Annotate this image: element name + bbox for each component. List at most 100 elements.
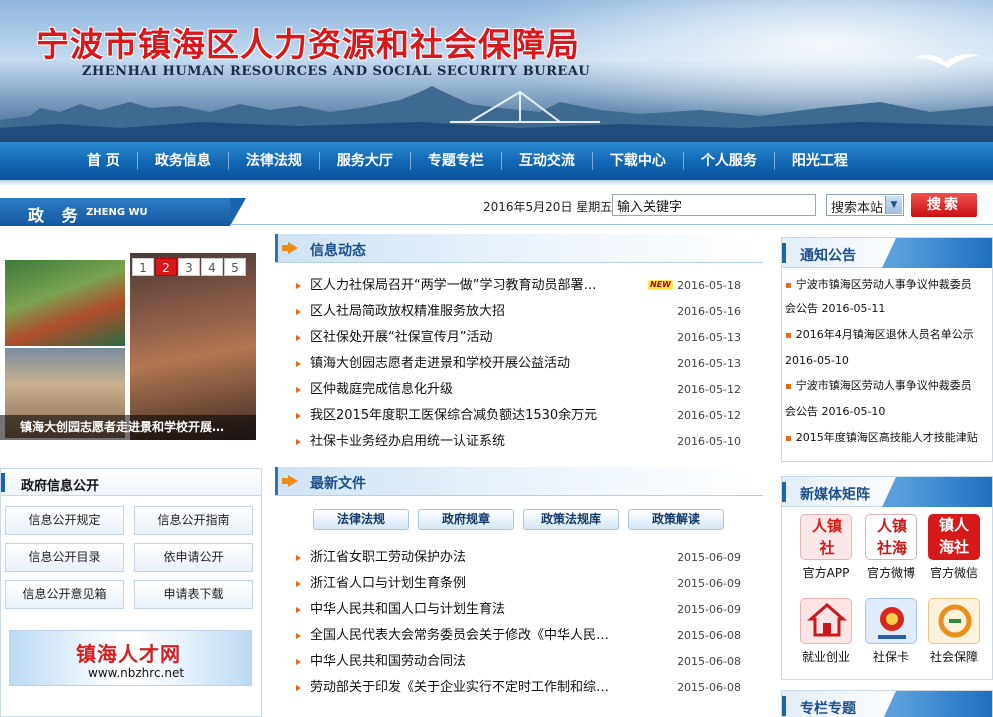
notice-line[interactable]: 会公告 2016-05-11 bbox=[785, 296, 991, 322]
gov-btn-rules[interactable]: 信息公开规定 bbox=[5, 506, 124, 535]
media-label: 社保卡 bbox=[872, 650, 909, 664]
news-item-title[interactable]: 区仲裁庭完成信息化升级 bbox=[310, 377, 453, 403]
notice-line[interactable]: 会公告 2016-05-10 bbox=[785, 399, 991, 425]
notice-text[interactable]: 宁波市镇海区劳动人事争议仲裁委员 bbox=[796, 278, 972, 291]
notice-line[interactable]: 2016-05-10 bbox=[785, 348, 991, 374]
slide-page-active[interactable]: 2 bbox=[155, 258, 177, 276]
photo-slideshow[interactable]: 1 2 3 4 5 镇海大创园志愿者走进景和学校开展… bbox=[0, 253, 256, 440]
bullet-icon: ▪ bbox=[785, 330, 792, 341]
gov-btn-feedback[interactable]: 信息公开意见箱 bbox=[5, 580, 124, 609]
media-official-app[interactable]: 人镇社 官方APP bbox=[797, 514, 855, 581]
file-item-title[interactable]: 中华人民共和国劳动合同法 bbox=[310, 649, 466, 675]
gov-btn-apply[interactable]: 依申请公开 bbox=[134, 543, 253, 572]
news-item[interactable]: 我区2015年度职工医保综合减负额达1530余万元 2016-05-12 bbox=[296, 403, 751, 429]
file-item-title[interactable]: 中华人民共和国人口与计划生育法 bbox=[310, 597, 505, 623]
nav-home[interactable]: 首 页 bbox=[70, 152, 138, 170]
nav-gov-info[interactable]: 政务信息 bbox=[138, 152, 229, 170]
news-item[interactable]: 区人力社保局召开“两学一做”学习教育动员部署… NEW 2016-05-18 bbox=[296, 273, 751, 299]
social-security-icon[interactable] bbox=[928, 598, 980, 644]
wechat-icon[interactable]: 镇人 海社 bbox=[928, 514, 980, 560]
media-title[interactable]: 新媒体矩阵 bbox=[800, 484, 870, 504]
search-scope-select[interactable]: 搜索本站 ▼ bbox=[826, 194, 904, 216]
tab-policy-library[interactable]: 政策法规库 bbox=[523, 509, 619, 530]
file-item-title[interactable]: 全国人民代表大会常务委员会关于修改《中华人民… bbox=[310, 623, 609, 649]
news-item[interactable]: 区仲裁庭完成信息化升级 2016-05-12 bbox=[296, 377, 751, 403]
notice-text[interactable]: 2016年4月镇海区退休人员名单公示 bbox=[796, 328, 974, 341]
nav-laws[interactable]: 法律法规 bbox=[229, 152, 320, 170]
notice-line[interactable]: ▪ 2015年度镇海区高技能人才技能津贴 bbox=[785, 425, 991, 452]
bullet-icon bbox=[296, 633, 301, 639]
social-card-icon[interactable] bbox=[865, 598, 917, 644]
media-label: 官方微博 bbox=[866, 566, 915, 580]
notice-line[interactable]: ▪ 宁波市镇海区劳动人事争议仲裁委员 bbox=[785, 272, 991, 299]
news-item[interactable]: 社保卡业务经办启用统一认证系统 2016-05-10 bbox=[296, 429, 751, 455]
slide-caption[interactable]: 镇海大创园志愿者走进景和学校开展… bbox=[0, 415, 256, 440]
media-official-wechat[interactable]: 镇人 海社 官方微信 bbox=[925, 514, 983, 581]
slide-page[interactable]: 4 bbox=[201, 258, 223, 276]
nav-interaction[interactable]: 互动交流 bbox=[502, 152, 593, 170]
news-item-title[interactable]: 社保卡业务经办启用统一认证系统 bbox=[310, 429, 505, 455]
file-item[interactable]: 全国人民代表大会常务委员会关于修改《中华人民… 2015-06-08 bbox=[296, 623, 751, 649]
news-item-title[interactable]: 镇海大创园志愿者走进景和学校开展公益活动 bbox=[310, 351, 570, 377]
news-item-title[interactable]: 我区2015年度职工医保综合减负额达1530余万元 bbox=[310, 403, 597, 429]
gov-btn-form-download[interactable]: 申请表下载 bbox=[134, 580, 253, 609]
file-item[interactable]: 中华人民共和国人口与计划生育法 2015-06-09 bbox=[296, 597, 751, 623]
employment-icon[interactable] bbox=[800, 598, 852, 644]
chevron-down-icon[interactable]: ▼ bbox=[885, 196, 902, 214]
talent-net-url: www.nbzhrc.net bbox=[88, 666, 185, 680]
media-social-security[interactable]: 社会保障 bbox=[925, 598, 983, 665]
media-social-card[interactable]: 社保卡 bbox=[862, 598, 920, 665]
notice-line[interactable]: ▪ 宁波市镇海区劳动人事争议仲裁委员 bbox=[785, 373, 991, 400]
notice-text[interactable]: 2015年度镇海区高技能人才技能津贴 bbox=[796, 431, 978, 444]
file-item-title[interactable]: 浙江省女职工劳动保护办法 bbox=[310, 545, 466, 571]
tab-policy-interpretation[interactable]: 政策解读 bbox=[628, 509, 724, 530]
notice-text[interactable]: 宁波市镇海区劳动人事争议仲裁委员 bbox=[796, 379, 972, 392]
file-item[interactable]: 浙江省女职工劳动保护办法 2015-06-09 bbox=[296, 545, 751, 571]
gov-btn-guide[interactable]: 信息公开指南 bbox=[134, 506, 253, 535]
notice-text[interactable]: 会公告 2016-05-11 bbox=[785, 302, 885, 315]
tab-laws[interactable]: 法律法规 bbox=[313, 509, 409, 530]
nav-personal-service[interactable]: 个人服务 bbox=[684, 152, 775, 170]
news-item-title[interactable]: 区社保处开展“社保宣传月”活动 bbox=[310, 325, 492, 351]
notice-text[interactable]: 2016-05-10 bbox=[785, 354, 849, 367]
gov-btn-catalog[interactable]: 信息公开目录 bbox=[5, 543, 124, 572]
notice-title[interactable]: 通知公告 bbox=[800, 245, 856, 265]
news-item-title[interactable]: 区人社局简政放权精准服务放大招 bbox=[310, 299, 505, 325]
app-icon[interactable]: 人镇社 bbox=[800, 514, 852, 560]
slide-photo-sports bbox=[5, 260, 125, 346]
media-label: 官方APP bbox=[802, 566, 850, 580]
search-input[interactable] bbox=[612, 194, 816, 216]
gov-info-title: 政府信息公开 bbox=[21, 479, 100, 494]
bullet-icon bbox=[296, 361, 301, 367]
notice-line[interactable]: ▪ 2016年4月镇海区退休人员名单公示 bbox=[785, 322, 991, 349]
file-item-title[interactable]: 浙江省人口与计划生育条例 bbox=[310, 571, 466, 597]
news-item-date: 2016-05-16 bbox=[677, 305, 741, 318]
tab-regulations[interactable]: 政府规章 bbox=[418, 509, 514, 530]
file-item-title[interactable]: 劳动部关于印发《关于企业实行不定时工作制和综… bbox=[310, 675, 609, 701]
files-panel-title[interactable]: 最新文件 bbox=[310, 473, 366, 493]
weibo-icon[interactable]: 人镇 社海 bbox=[865, 514, 917, 560]
file-item[interactable]: 劳动部关于印发《关于企业实行不定时工作制和综… 2015-06-08 bbox=[296, 675, 751, 701]
special-title[interactable]: 专栏专题 bbox=[800, 698, 856, 717]
talent-net-banner[interactable]: 镇海人才网 www.nbzhrc.net bbox=[9, 630, 252, 686]
file-item[interactable]: 中华人民共和国劳动合同法 2015-06-08 bbox=[296, 649, 751, 675]
news-item[interactable]: 区社保处开展“社保宣传月”活动 2016-05-13 bbox=[296, 325, 751, 351]
slide-page[interactable]: 3 bbox=[178, 258, 200, 276]
nav-sunshine-project[interactable]: 阳光工程 bbox=[775, 152, 865, 170]
nav-downloads[interactable]: 下载中心 bbox=[593, 152, 684, 170]
nav-special-topics[interactable]: 专题专栏 bbox=[411, 152, 502, 170]
slide-page[interactable]: 5 bbox=[224, 258, 246, 276]
file-item[interactable]: 浙江省人口与计划生育条例 2015-06-09 bbox=[296, 571, 751, 597]
media-header: 新媒体矩阵 bbox=[782, 477, 992, 507]
search-button[interactable]: 搜索 bbox=[911, 193, 977, 217]
nav-service-hall[interactable]: 服务大厅 bbox=[320, 152, 411, 170]
slide-page[interactable]: 1 bbox=[132, 258, 154, 276]
media-employment[interactable]: 就业创业 bbox=[797, 598, 855, 665]
news-panel-title[interactable]: 信息动态 bbox=[310, 240, 366, 260]
news-item[interactable]: 区人社局简政放权精准服务放大招 2016-05-16 bbox=[296, 299, 751, 325]
media-official-weibo[interactable]: 人镇 社海 官方微博 bbox=[862, 514, 920, 581]
file-item-date: 2015-06-08 bbox=[677, 629, 741, 642]
notice-text[interactable]: 会公告 2016-05-10 bbox=[785, 405, 885, 418]
news-item-title[interactable]: 区人力社保局召开“两学一做”学习教育动员部署… bbox=[310, 273, 596, 299]
news-item[interactable]: 镇海大创园志愿者走进景和学校开展公益活动 2016-05-13 bbox=[296, 351, 751, 377]
